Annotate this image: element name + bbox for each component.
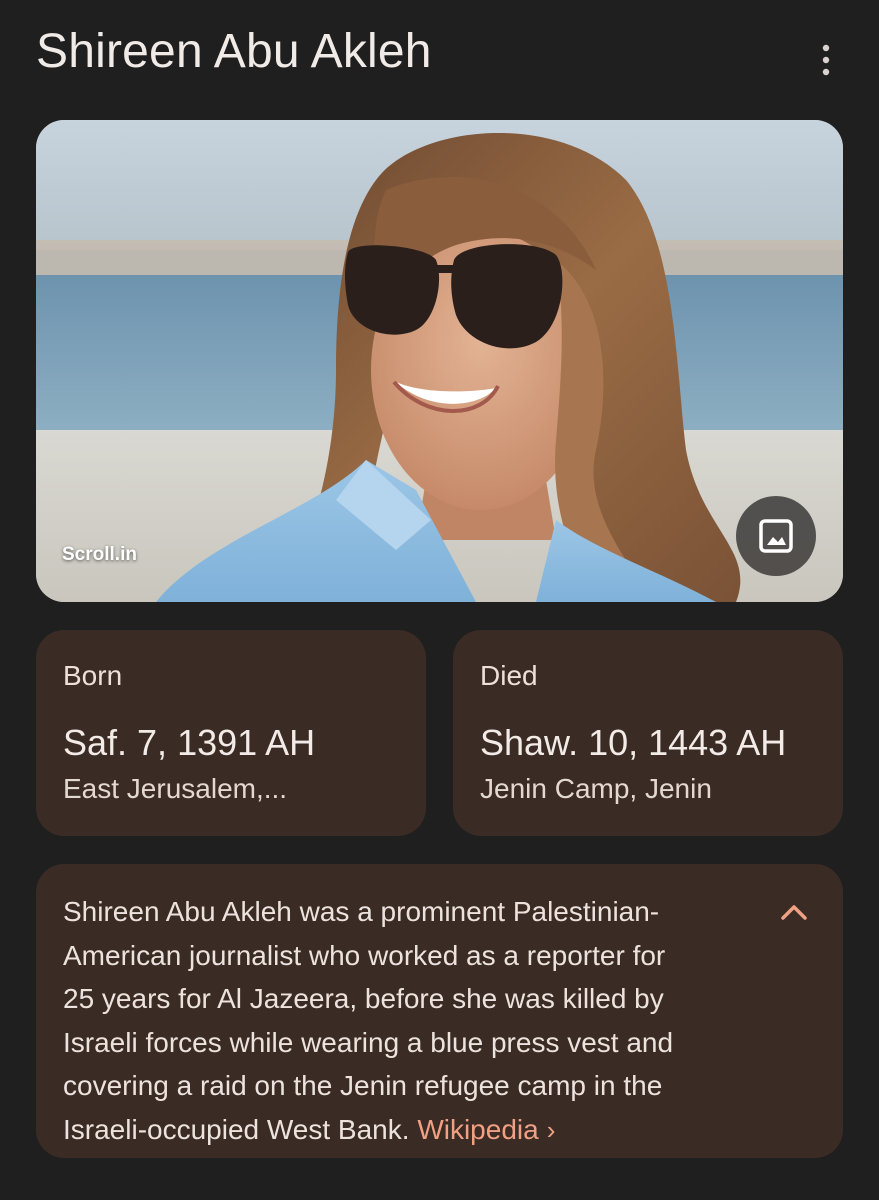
born-place: East Jerusalem,...	[63, 773, 288, 804]
chevron-up-icon	[781, 905, 807, 920]
description-line: 25 years for Al Jazeera, before she was …	[63, 983, 664, 1014]
view-images-button[interactable]	[736, 496, 816, 576]
description-line: covering a raid on the Jenin refugee cam…	[63, 1070, 663, 1101]
born-date: Saf. 7, 1391 AH	[63, 722, 316, 763]
profile-image[interactable]: Scroll.in	[36, 120, 843, 602]
description-line: American journalist who worked as a repo…	[63, 939, 666, 971]
born-label: Born	[63, 660, 123, 691]
collapse-button[interactable]	[771, 892, 817, 932]
description-card: Shireen Abu Akleh was a prominent Palest…	[36, 864, 843, 1158]
born-card[interactable]: Born Saf. 7, 1391 AH East Jerusalem,...	[36, 630, 426, 836]
died-place: Jenin Camp, Jenin	[480, 773, 712, 804]
image-icon	[759, 519, 793, 553]
page-title: Shireen Abu Akleh	[36, 25, 432, 78]
image-source-label: Scroll.in	[62, 544, 137, 565]
knowledge-panel: Shireen Abu Akleh Scroll.in Born Saf. 7,…	[0, 0, 879, 1200]
description-line: Shireen Abu Akleh was a prominent Palest…	[63, 896, 660, 927]
died-date: Shaw. 10, 1443 AH	[480, 722, 787, 763]
more-options-button[interactable]	[806, 38, 846, 82]
description-line: Israeli forces while wearing a blue pres…	[63, 1026, 674, 1058]
died-card[interactable]: Died Shaw. 10, 1443 AH Jenin Camp, Jenin	[453, 630, 843, 836]
description-line: Israeli-occupied West Bank.	[63, 1113, 410, 1145]
description-last-line: Israeli-occupied West Bank. Wikipedia ›	[63, 1108, 763, 1153]
died-label: Died	[480, 660, 538, 691]
chevron-right-icon[interactable]: ›	[547, 1109, 556, 1153]
photo-illustration	[36, 120, 843, 602]
description-text: Shireen Abu Akleh was a prominent Palest…	[63, 890, 763, 1152]
more-vert-icon	[822, 44, 830, 76]
wikipedia-link[interactable]: Wikipedia	[417, 1114, 538, 1145]
